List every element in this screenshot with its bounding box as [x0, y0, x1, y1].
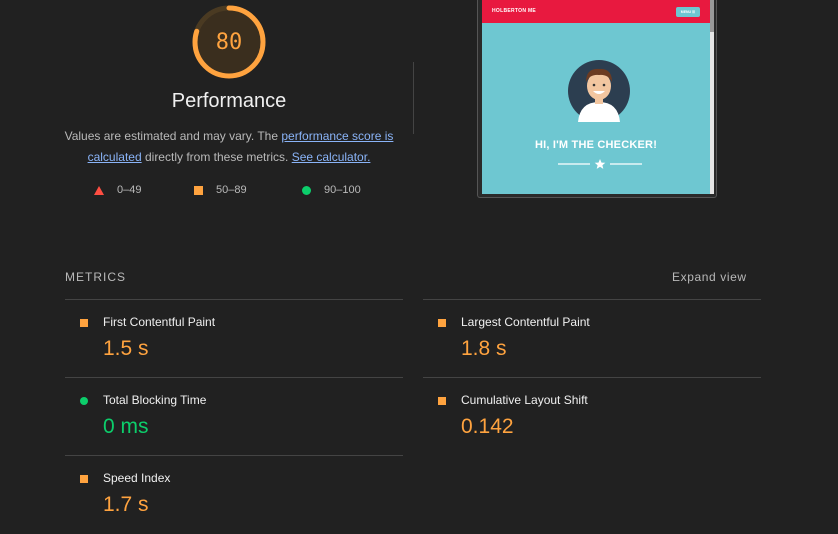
metric-value: 0.142 [461, 415, 514, 438]
metric-name: First Contentful Paint [103, 315, 216, 329]
score-description: Values are estimated and may vary. The p… [60, 126, 398, 168]
metric-first-contentful-paint: First Contentful Paint 1.5 s [65, 300, 405, 378]
avatar-illustration [568, 60, 630, 122]
screenshot-header: HOLBERTON ME MENU ☰ [482, 0, 710, 23]
circle-icon [302, 185, 311, 195]
final-screenshot[interactable]: HOLBERTON ME MENU ☰ HI, I'M THE CHECKER! [477, 0, 717, 198]
screenshot-scrollbar [710, 0, 714, 194]
screenshot-page: HOLBERTON ME MENU ☰ HI, I'M THE CHECKER! [482, 0, 710, 194]
metric-name: Speed Index [103, 471, 171, 485]
legend-range: 0–49 [117, 184, 142, 196]
average-square-icon [80, 319, 88, 327]
performance-score-gauge: 80 [191, 4, 267, 80]
performance-title: Performance [171, 90, 287, 112]
star-divider-icon [558, 159, 642, 169]
pass-circle-icon [80, 397, 88, 405]
metric-name: Total Blocking Time [103, 393, 207, 407]
screenshot-hero-text: HI, I'M THE CHECKER! [534, 139, 658, 151]
description-text-middle: directly from these metrics. [141, 150, 292, 164]
scrollbar-thumb [710, 0, 714, 32]
metric-cumulative-layout-shift: Cumulative Layout Shift 0.142 [423, 378, 763, 456]
metric-total-blocking-time: Total Blocking Time 0 ms [65, 378, 405, 456]
metric-value: 0 ms [103, 415, 149, 438]
average-square-icon [80, 475, 88, 483]
metric-speed-index: Speed Index 1.7 s [65, 456, 405, 534]
legend-range: 90–100 [324, 184, 361, 196]
calculator-link[interactable]: See calculator. [292, 150, 371, 164]
average-square-icon [438, 319, 446, 327]
description-text: Values are estimated and may vary. The [64, 129, 282, 143]
square-icon [194, 185, 203, 195]
metric-value: 1.8 s [461, 337, 507, 360]
vertical-divider [413, 62, 414, 134]
legend-range: 50–89 [216, 184, 247, 196]
legend-pass: 90–100 [302, 184, 361, 196]
metric-name: Cumulative Layout Shift [461, 393, 588, 407]
legend-average: 50–89 [194, 184, 247, 196]
screenshot-brand: HOLBERTON ME [492, 8, 537, 14]
expand-view-toggle[interactable]: Expand view [672, 270, 747, 284]
average-square-icon [438, 397, 446, 405]
metric-value: 1.7 s [103, 493, 149, 516]
metric-value: 1.5 s [103, 337, 149, 360]
triangle-icon [94, 185, 104, 195]
metric-name: Largest Contentful Paint [461, 315, 590, 329]
legend-fail: 0–49 [94, 184, 141, 196]
score-value: 80 [215, 29, 243, 55]
screenshot-menu-button: MENU ☰ [676, 7, 700, 17]
metrics-header: METRICS [65, 270, 126, 284]
metric-largest-contentful-paint: Largest Contentful Paint 1.8 s [423, 300, 763, 378]
